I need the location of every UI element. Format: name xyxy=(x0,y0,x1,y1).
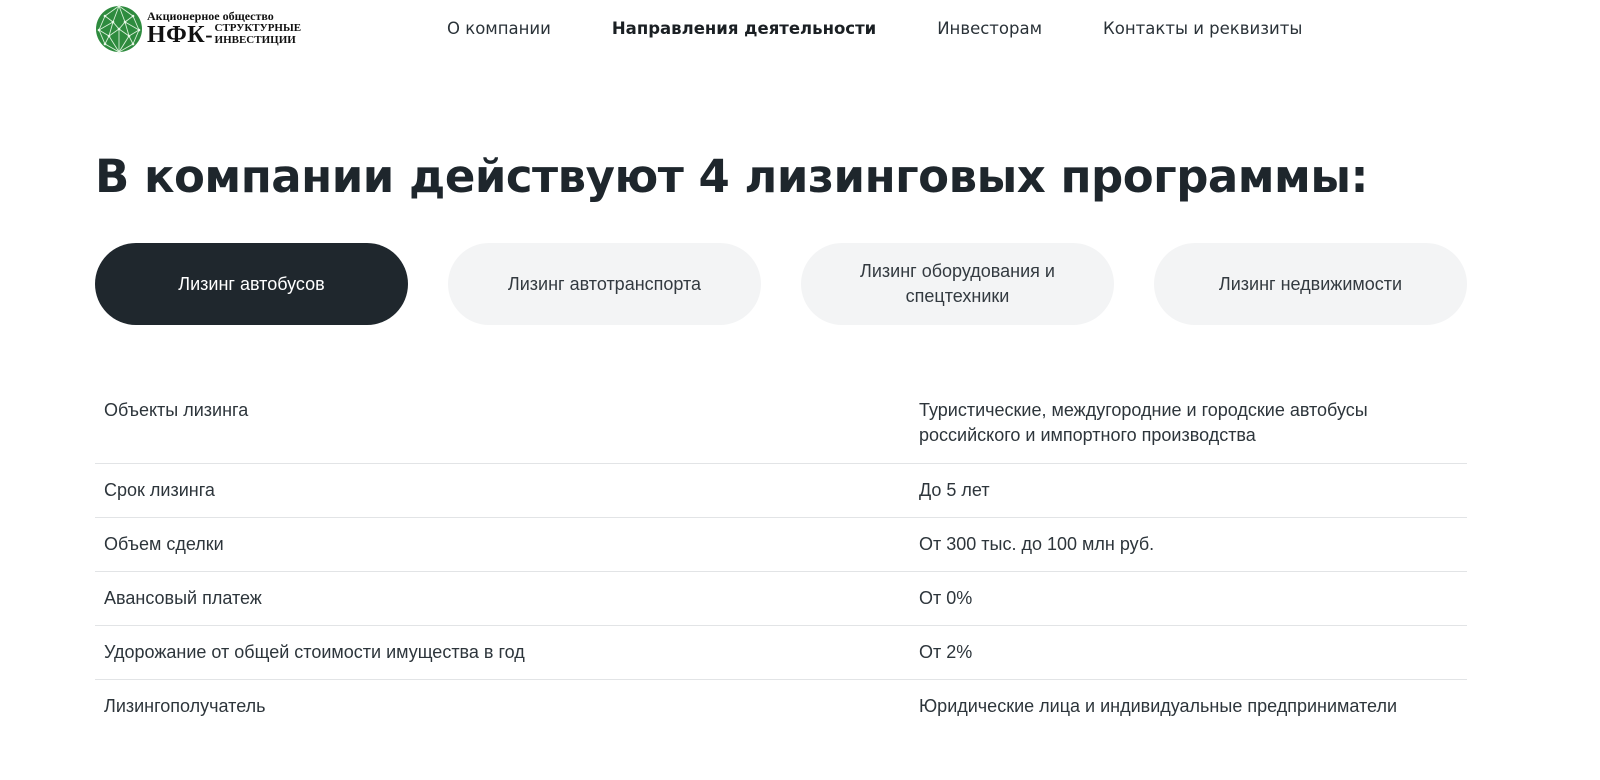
param-value: От 2% xyxy=(919,642,973,662)
tab-vehicle-leasing[interactable]: Лизинг автотранспорта xyxy=(448,243,761,325)
param-value: Юридические лица и индивидуальные предпр… xyxy=(919,696,1398,716)
company-logo[interactable]: Акционерное общество НФК - СТРУКТУРНЫЕ И… xyxy=(95,0,301,56)
table-row: Удорожание от общей стоимости имущества … xyxy=(95,626,1467,680)
tab-real-estate-leasing[interactable]: Лизинг недвижимости xyxy=(1154,243,1467,325)
logo-subtitle: СТРУКТУРНЫЕ ИНВЕСТИЦИИ xyxy=(214,21,302,46)
table-row: Объем сделки От 300 тыс. до 100 млн руб. xyxy=(95,518,1467,572)
param-label: Объем сделки xyxy=(104,534,224,554)
param-label: Удорожание от общей стоимости имущества … xyxy=(104,642,525,662)
logo-name-row: НФК - СТРУКТУРНЫЕ ИНВЕСТИЦИИ xyxy=(147,21,302,48)
param-label: Лизингополучатель xyxy=(104,696,266,716)
param-value: От 300 тыс. до 100 млн руб. xyxy=(919,534,1155,554)
logo-subtitle-line1: СТРУКТУРНЫЕ xyxy=(214,21,302,34)
logo-abbreviation: НФК xyxy=(147,21,206,48)
param-label: Срок лизинга xyxy=(104,480,215,500)
table-row: Авансовый платеж От 0% xyxy=(95,572,1467,626)
param-value: Туристические, междугородние и городские… xyxy=(919,400,1368,445)
logo-company-type: Акционерное общество xyxy=(147,8,274,23)
nav-item-about[interactable]: О компании xyxy=(447,19,551,38)
param-value: От 0% xyxy=(919,588,973,608)
param-label: Авансовый платеж xyxy=(104,588,262,608)
param-label: Объекты лизинга xyxy=(104,400,249,420)
nav-item-contacts[interactable]: Контакты и реквизиты xyxy=(1103,19,1302,38)
tab-equipment-leasing[interactable]: Лизинг оборудования и спецтехники xyxy=(801,243,1114,325)
leasing-params-table: Объекты лизинга Туристические, междугоро… xyxy=(95,384,1467,733)
site-header: Акционерное общество НФК - СТРУКТУРНЫЕ И… xyxy=(0,0,1600,56)
table-row: Срок лизинга До 5 лет xyxy=(95,464,1467,518)
nav-item-activities[interactable]: Направления деятельности xyxy=(612,19,876,38)
table-row: Лизингополучатель Юридические лица и инд… xyxy=(95,680,1467,733)
logo-subtitle-line2: ИНВЕСТИЦИИ xyxy=(214,33,296,46)
tab-bus-leasing[interactable]: Лизинг автобусов xyxy=(95,243,408,325)
main-nav: О компании Направления деятельности Инве… xyxy=(447,0,1363,56)
green-globe-logo-icon xyxy=(96,4,142,54)
leasing-program-tabs: Лизинг автобусов Лизинг автотранспорта Л… xyxy=(95,243,1467,325)
page-title: В компании действуют 4 лизинговых програ… xyxy=(95,150,1369,203)
table-row: Объекты лизинга Туристические, междугоро… xyxy=(95,384,1467,464)
param-value: До 5 лет xyxy=(919,480,990,500)
logo-dash: - xyxy=(205,21,213,47)
nav-item-investors[interactable]: Инвесторам xyxy=(937,19,1042,38)
logo-text: Акционерное общество НФК - СТРУКТУРНЫЕ И… xyxy=(147,10,301,47)
